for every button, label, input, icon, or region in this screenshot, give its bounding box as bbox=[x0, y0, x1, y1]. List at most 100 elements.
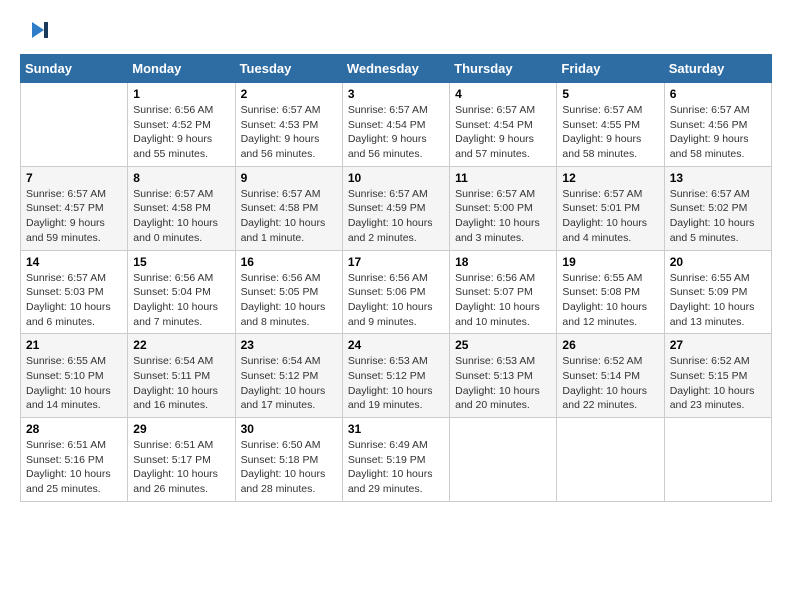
header-day-wednesday: Wednesday bbox=[342, 55, 449, 83]
day-info: Sunrise: 6:50 AM Sunset: 5:18 PM Dayligh… bbox=[241, 438, 337, 497]
day-number: 4 bbox=[455, 87, 551, 101]
calendar-cell: 7 Sunrise: 6:57 AM Sunset: 4:57 PM Daylig… bbox=[21, 166, 128, 250]
calendar-cell: 12 Sunrise: 6:57 AM Sunset: 5:01 PM Dayli… bbox=[557, 166, 664, 250]
logo-icon bbox=[24, 16, 52, 44]
calendar-cell: 17 Sunrise: 6:56 AM Sunset: 5:06 PM Dayli… bbox=[342, 250, 449, 334]
day-info: Sunrise: 6:57 AM Sunset: 4:54 PM Dayligh… bbox=[455, 103, 551, 162]
calendar-cell: 1Sunrise: 6:56 AM Sunset: 4:52 PM Daylig… bbox=[128, 83, 235, 167]
calendar-cell: 24 Sunrise: 6:53 AM Sunset: 5:12 PM Dayli… bbox=[342, 334, 449, 418]
day-number: 8 bbox=[133, 171, 229, 185]
day-number: 19 bbox=[562, 255, 658, 269]
header-day-monday: Monday bbox=[128, 55, 235, 83]
calendar-cell: 22 Sunrise: 6:54 AM Sunset: 5:11 PM Dayli… bbox=[128, 334, 235, 418]
calendar-week-1: 1Sunrise: 6:56 AM Sunset: 4:52 PM Daylig… bbox=[21, 83, 772, 167]
calendar-cell bbox=[21, 83, 128, 167]
day-info: Sunrise: 6:57 AM Sunset: 5:01 PM Dayligh… bbox=[562, 187, 658, 246]
day-info: Sunrise: 6:55 AM Sunset: 5:10 PM Dayligh… bbox=[26, 354, 122, 413]
calendar-cell: 18 Sunrise: 6:56 AM Sunset: 5:07 PM Dayli… bbox=[450, 250, 557, 334]
day-number: 1 bbox=[133, 87, 229, 101]
calendar-cell: 25 Sunrise: 6:53 AM Sunset: 5:13 PM Dayli… bbox=[450, 334, 557, 418]
day-number: 14 bbox=[26, 255, 122, 269]
day-info: Sunrise: 6:57 AM Sunset: 4:57 PM Dayligh… bbox=[26, 187, 122, 246]
calendar-header-row: SundayMondayTuesdayWednesdayThursdayFrid… bbox=[21, 55, 772, 83]
calendar-cell: 3Sunrise: 6:57 AM Sunset: 4:54 PM Daylig… bbox=[342, 83, 449, 167]
page-header bbox=[20, 16, 772, 44]
day-number: 23 bbox=[241, 338, 337, 352]
calendar-cell: 19Sunrise: 6:55 AM Sunset: 5:08 PM Dayli… bbox=[557, 250, 664, 334]
header-day-friday: Friday bbox=[557, 55, 664, 83]
day-number: 26 bbox=[562, 338, 658, 352]
day-info: Sunrise: 6:57 AM Sunset: 4:59 PM Dayligh… bbox=[348, 187, 444, 246]
calendar-body: 1Sunrise: 6:56 AM Sunset: 4:52 PM Daylig… bbox=[21, 83, 772, 502]
calendar-cell: 13Sunrise: 6:57 AM Sunset: 5:02 PM Dayli… bbox=[664, 166, 771, 250]
day-number: 10 bbox=[348, 171, 444, 185]
day-number: 25 bbox=[455, 338, 551, 352]
day-info: Sunrise: 6:57 AM Sunset: 4:53 PM Dayligh… bbox=[241, 103, 337, 162]
day-number: 22 bbox=[133, 338, 229, 352]
calendar-cell: 11 Sunrise: 6:57 AM Sunset: 5:00 PM Dayli… bbox=[450, 166, 557, 250]
day-number: 7 bbox=[26, 171, 122, 185]
day-info: Sunrise: 6:53 AM Sunset: 5:13 PM Dayligh… bbox=[455, 354, 551, 413]
calendar-cell: 31 Sunrise: 6:49 AM Sunset: 5:19 PM Dayli… bbox=[342, 418, 449, 502]
day-info: Sunrise: 6:56 AM Sunset: 5:07 PM Dayligh… bbox=[455, 271, 551, 330]
calendar-cell: 28 Sunrise: 6:51 AM Sunset: 5:16 PM Dayli… bbox=[21, 418, 128, 502]
header-day-sunday: Sunday bbox=[21, 55, 128, 83]
day-info: Sunrise: 6:55 AM Sunset: 5:09 PM Dayligh… bbox=[670, 271, 766, 330]
header-day-tuesday: Tuesday bbox=[235, 55, 342, 83]
day-info: Sunrise: 6:49 AM Sunset: 5:19 PM Dayligh… bbox=[348, 438, 444, 497]
day-info: Sunrise: 6:52 AM Sunset: 5:15 PM Dayligh… bbox=[670, 354, 766, 413]
day-number: 29 bbox=[133, 422, 229, 436]
calendar-cell: 20Sunrise: 6:55 AM Sunset: 5:09 PM Dayli… bbox=[664, 250, 771, 334]
calendar-cell: 6 Sunrise: 6:57 AM Sunset: 4:56 PM Daylig… bbox=[664, 83, 771, 167]
calendar-cell: 21Sunrise: 6:55 AM Sunset: 5:10 PM Dayli… bbox=[21, 334, 128, 418]
calendar-cell bbox=[664, 418, 771, 502]
day-number: 28 bbox=[26, 422, 122, 436]
calendar-cell: 16Sunrise: 6:56 AM Sunset: 5:05 PM Dayli… bbox=[235, 250, 342, 334]
day-info: Sunrise: 6:57 AM Sunset: 4:56 PM Dayligh… bbox=[670, 103, 766, 162]
calendar-week-3: 14 Sunrise: 6:57 AM Sunset: 5:03 PM Dayli… bbox=[21, 250, 772, 334]
day-info: Sunrise: 6:56 AM Sunset: 5:06 PM Dayligh… bbox=[348, 271, 444, 330]
calendar-cell: 2 Sunrise: 6:57 AM Sunset: 4:53 PM Daylig… bbox=[235, 83, 342, 167]
calendar-cell: 29Sunrise: 6:51 AM Sunset: 5:17 PM Dayli… bbox=[128, 418, 235, 502]
header-day-thursday: Thursday bbox=[450, 55, 557, 83]
calendar-cell: 14 Sunrise: 6:57 AM Sunset: 5:03 PM Dayli… bbox=[21, 250, 128, 334]
day-info: Sunrise: 6:51 AM Sunset: 5:16 PM Dayligh… bbox=[26, 438, 122, 497]
day-number: 3 bbox=[348, 87, 444, 101]
day-info: Sunrise: 6:52 AM Sunset: 5:14 PM Dayligh… bbox=[562, 354, 658, 413]
day-number: 9 bbox=[241, 171, 337, 185]
day-number: 30 bbox=[241, 422, 337, 436]
calendar-cell: 4 Sunrise: 6:57 AM Sunset: 4:54 PM Daylig… bbox=[450, 83, 557, 167]
header-day-saturday: Saturday bbox=[664, 55, 771, 83]
day-number: 18 bbox=[455, 255, 551, 269]
calendar-cell: 30 Sunrise: 6:50 AM Sunset: 5:18 PM Dayli… bbox=[235, 418, 342, 502]
day-info: Sunrise: 6:57 AM Sunset: 4:58 PM Dayligh… bbox=[241, 187, 337, 246]
calendar-cell: 23 Sunrise: 6:54 AM Sunset: 5:12 PM Dayli… bbox=[235, 334, 342, 418]
day-info: Sunrise: 6:56 AM Sunset: 5:05 PM Dayligh… bbox=[241, 271, 337, 330]
day-number: 15 bbox=[133, 255, 229, 269]
day-info: Sunrise: 6:57 AM Sunset: 4:58 PM Dayligh… bbox=[133, 187, 229, 246]
day-info: Sunrise: 6:54 AM Sunset: 5:11 PM Dayligh… bbox=[133, 354, 229, 413]
day-number: 11 bbox=[455, 171, 551, 185]
day-number: 31 bbox=[348, 422, 444, 436]
day-info: Sunrise: 6:57 AM Sunset: 5:00 PM Dayligh… bbox=[455, 187, 551, 246]
day-info: Sunrise: 6:57 AM Sunset: 5:03 PM Dayligh… bbox=[26, 271, 122, 330]
calendar-week-4: 21Sunrise: 6:55 AM Sunset: 5:10 PM Dayli… bbox=[21, 334, 772, 418]
day-number: 2 bbox=[241, 87, 337, 101]
logo bbox=[20, 16, 52, 44]
calendar-cell bbox=[557, 418, 664, 502]
day-number: 24 bbox=[348, 338, 444, 352]
calendar-cell: 15Sunrise: 6:56 AM Sunset: 5:04 PM Dayli… bbox=[128, 250, 235, 334]
day-info: Sunrise: 6:54 AM Sunset: 5:12 PM Dayligh… bbox=[241, 354, 337, 413]
calendar-cell bbox=[450, 418, 557, 502]
day-number: 6 bbox=[670, 87, 766, 101]
day-info: Sunrise: 6:57 AM Sunset: 5:02 PM Dayligh… bbox=[670, 187, 766, 246]
day-number: 5 bbox=[562, 87, 658, 101]
day-number: 12 bbox=[562, 171, 658, 185]
calendar-cell: 27Sunrise: 6:52 AM Sunset: 5:15 PM Dayli… bbox=[664, 334, 771, 418]
calendar-cell: 8 Sunrise: 6:57 AM Sunset: 4:58 PM Daylig… bbox=[128, 166, 235, 250]
calendar-table: SundayMondayTuesdayWednesdayThursdayFrid… bbox=[20, 54, 772, 502]
calendar-cell: 26 Sunrise: 6:52 AM Sunset: 5:14 PM Dayli… bbox=[557, 334, 664, 418]
day-number: 17 bbox=[348, 255, 444, 269]
calendar-cell: 5Sunrise: 6:57 AM Sunset: 4:55 PM Daylig… bbox=[557, 83, 664, 167]
day-info: Sunrise: 6:53 AM Sunset: 5:12 PM Dayligh… bbox=[348, 354, 444, 413]
